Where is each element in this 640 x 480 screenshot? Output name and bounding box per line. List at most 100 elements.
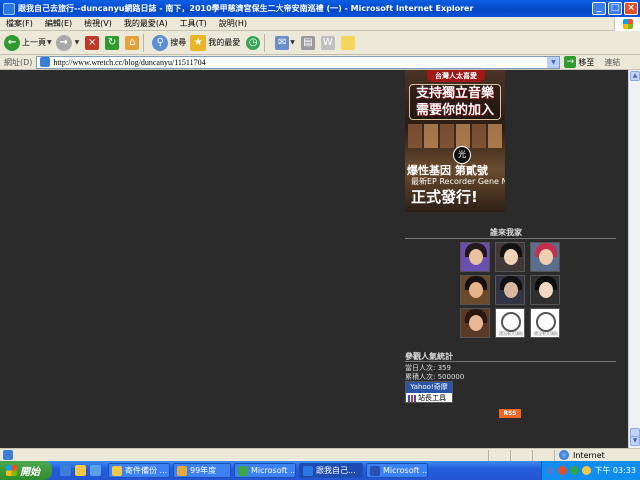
search-label: 搜尋 — [170, 38, 187, 47]
refresh-icon[interactable]: ↻ — [105, 35, 120, 50]
yahoo-label: Yahoo!奇摩 — [406, 382, 452, 393]
back-arrow-icon: ← — [4, 34, 20, 51]
menu-file[interactable]: 檔案(F) — [0, 18, 39, 29]
app-icon — [238, 465, 248, 476]
taskbar-button[interactable]: 99年度 — [173, 463, 231, 478]
ie-quicklaunch-icon[interactable] — [60, 465, 71, 476]
history-icon[interactable]: ◷ — [246, 35, 261, 50]
print-icon[interactable]: ▤ — [300, 35, 315, 50]
toolbar: ← 上一頁 ▼ → ▼ × ↻ ⌂ ⚲ 搜尋 ★ 我的最愛 ◷ ✉ ▼ ▤ W — [0, 31, 640, 55]
vertical-scrollbar[interactable]: ▲ ▼ — [628, 70, 640, 448]
app-icon — [370, 465, 380, 476]
avatar-face — [469, 315, 483, 331]
app-icon — [303, 465, 313, 476]
start-button[interactable]: 開始 — [0, 461, 52, 480]
avatar-face — [504, 249, 518, 265]
avatar-face — [469, 249, 483, 265]
edit-icon[interactable]: W — [320, 35, 335, 50]
clock[interactable]: 下午 03:33 — [594, 465, 636, 476]
menu-tools[interactable]: 工具(T) — [174, 18, 213, 29]
menu-help[interactable]: 說明(H) — [213, 18, 253, 29]
links-button[interactable]: 連結 — [604, 57, 620, 68]
quick-launch — [60, 465, 105, 476]
security-icon[interactable] — [558, 466, 568, 475]
chevron-down-icon[interactable]: ▼ — [290, 39, 295, 46]
visitor-avatar[interactable] — [460, 275, 490, 305]
visitor-avatar[interactable]: 還沒有大頭貼 — [530, 308, 560, 338]
forward-arrow-icon: → — [55, 34, 72, 51]
address-bar: 網址(D) http://www.wretch.cc/blog/duncanyu… — [0, 55, 640, 70]
scroll-down-icon[interactable]: ▼ — [630, 436, 640, 446]
yahoo-webmaster-badge[interactable]: Yahoo!奇摩 站長工具 — [405, 381, 453, 403]
visitor-avatar[interactable] — [460, 308, 490, 338]
messenger-icon[interactable] — [570, 466, 580, 475]
smiley-icon — [536, 312, 556, 332]
mail-icon[interactable]: ✉ — [275, 35, 290, 50]
minimize-button[interactable]: _ — [592, 2, 606, 15]
volume-icon[interactable] — [582, 466, 592, 475]
taskbar: 開始 寄件備份 ... 99年度 Microsoft ... 跟我自己... Micro… — [0, 461, 640, 480]
stats-today: 當日人次: 359 — [405, 364, 451, 372]
taskbar-button[interactable]: 寄件備份 ... — [108, 463, 170, 478]
web-content: 台灣人太喜愛 支持獨立音樂 需要你的加入 光 爆性基因 第貳號 最新EP Rec… — [0, 70, 628, 448]
avatar-caption: 還沒有大頭貼 — [534, 331, 558, 336]
taskbar-button-label: 99年度 — [190, 466, 217, 475]
visitor-avatar[interactable] — [530, 275, 560, 305]
status-cell — [510, 449, 532, 461]
poster-photo-strip — [408, 124, 502, 148]
favorites-button[interactable]: ★ 我的最愛 — [190, 34, 240, 51]
chevron-down-icon[interactable]: ▼ — [547, 56, 560, 68]
toolbar-divider — [264, 33, 266, 52]
desktop-quicklaunch-icon[interactable] — [90, 465, 101, 476]
zone-label: Internet — [573, 450, 605, 460]
divider — [405, 361, 616, 362]
taskbar-button[interactable]: Microsoft ... — [366, 463, 428, 478]
chevron-down-icon: ▼ — [47, 39, 52, 46]
note-icon[interactable] — [340, 35, 355, 50]
taskbar-button[interactable]: 跟我自己... — [299, 463, 363, 478]
visitor-avatar[interactable] — [460, 242, 490, 272]
maximize-button[interactable]: □ — [608, 2, 622, 15]
poster-headline: 支持獨立音樂 需要你的加入 — [409, 84, 501, 120]
forward-button[interactable]: → ▼ — [55, 34, 80, 51]
status-cell — [488, 449, 510, 461]
status-cell — [532, 449, 554, 461]
url-input[interactable]: http://www.wretch.cc/blog/duncanyu/11511… — [36, 55, 561, 69]
home-icon[interactable]: ⌂ — [125, 35, 140, 50]
visitor-avatar[interactable] — [495, 242, 525, 272]
star-icon: ★ — [190, 34, 207, 51]
back-button[interactable]: ← 上一頁 ▼ — [4, 34, 52, 51]
visitors-grid: 還沒有大頭貼 還沒有大頭貼 — [460, 242, 560, 338]
app-icon — [177, 465, 187, 476]
outlook-quicklaunch-icon[interactable] — [75, 465, 86, 476]
taskbar-button[interactable]: Microsoft ... — [234, 463, 296, 478]
menu-view[interactable]: 檢視(V) — [78, 18, 118, 29]
go-label: 移至 — [578, 57, 595, 67]
taskbar-button-label: 跟我自己... — [316, 466, 356, 475]
visitor-avatar[interactable] — [530, 242, 560, 272]
title-bar: 跟我自己去旅行--duncanyu網路日誌 - 南下，2010學甲慈濟宮保生二大… — [0, 0, 640, 17]
go-button[interactable]: → 移至 — [564, 56, 594, 68]
url-text[interactable]: http://www.wretch.cc/blog/duncanyu/11511… — [53, 58, 547, 67]
close-button[interactable]: × — [624, 2, 638, 15]
divider — [405, 238, 616, 239]
visitor-avatar[interactable]: 還沒有大頭貼 — [495, 308, 525, 338]
menu-edit[interactable]: 編輯(E) — [39, 18, 78, 29]
search-button[interactable]: ⚲ 搜尋 — [152, 34, 187, 51]
network-icon[interactable] — [546, 466, 556, 475]
visitors-title: 誰來我家 — [490, 228, 522, 237]
poster-headline-2: 需要你的加入 — [415, 103, 494, 118]
visitor-avatar[interactable] — [495, 275, 525, 305]
taskbar-button-label: 寄件備份 ... — [125, 466, 168, 475]
page-status-icon — [3, 450, 13, 460]
music-poster[interactable]: 台灣人太喜愛 支持獨立音樂 需要你的加入 光 爆性基因 第貳號 最新EP Rec… — [405, 70, 505, 212]
globe-icon — [559, 450, 569, 460]
stop-icon[interactable]: × — [85, 35, 100, 50]
rss-button[interactable]: RSS — [499, 409, 521, 418]
webmaster-tools-label: 站長工具 — [406, 393, 452, 403]
scroll-up-icon[interactable]: ▲ — [630, 71, 640, 81]
taskbar-button-label: Microsoft ... — [383, 466, 428, 475]
window-title: 跟我自己去旅行--duncanyu網路日誌 - 南下，2010學甲慈濟宮保生二大… — [18, 4, 474, 13]
chevron-down-icon: ▼ — [74, 39, 80, 46]
menu-favorites[interactable]: 我的最愛(A) — [118, 18, 174, 29]
